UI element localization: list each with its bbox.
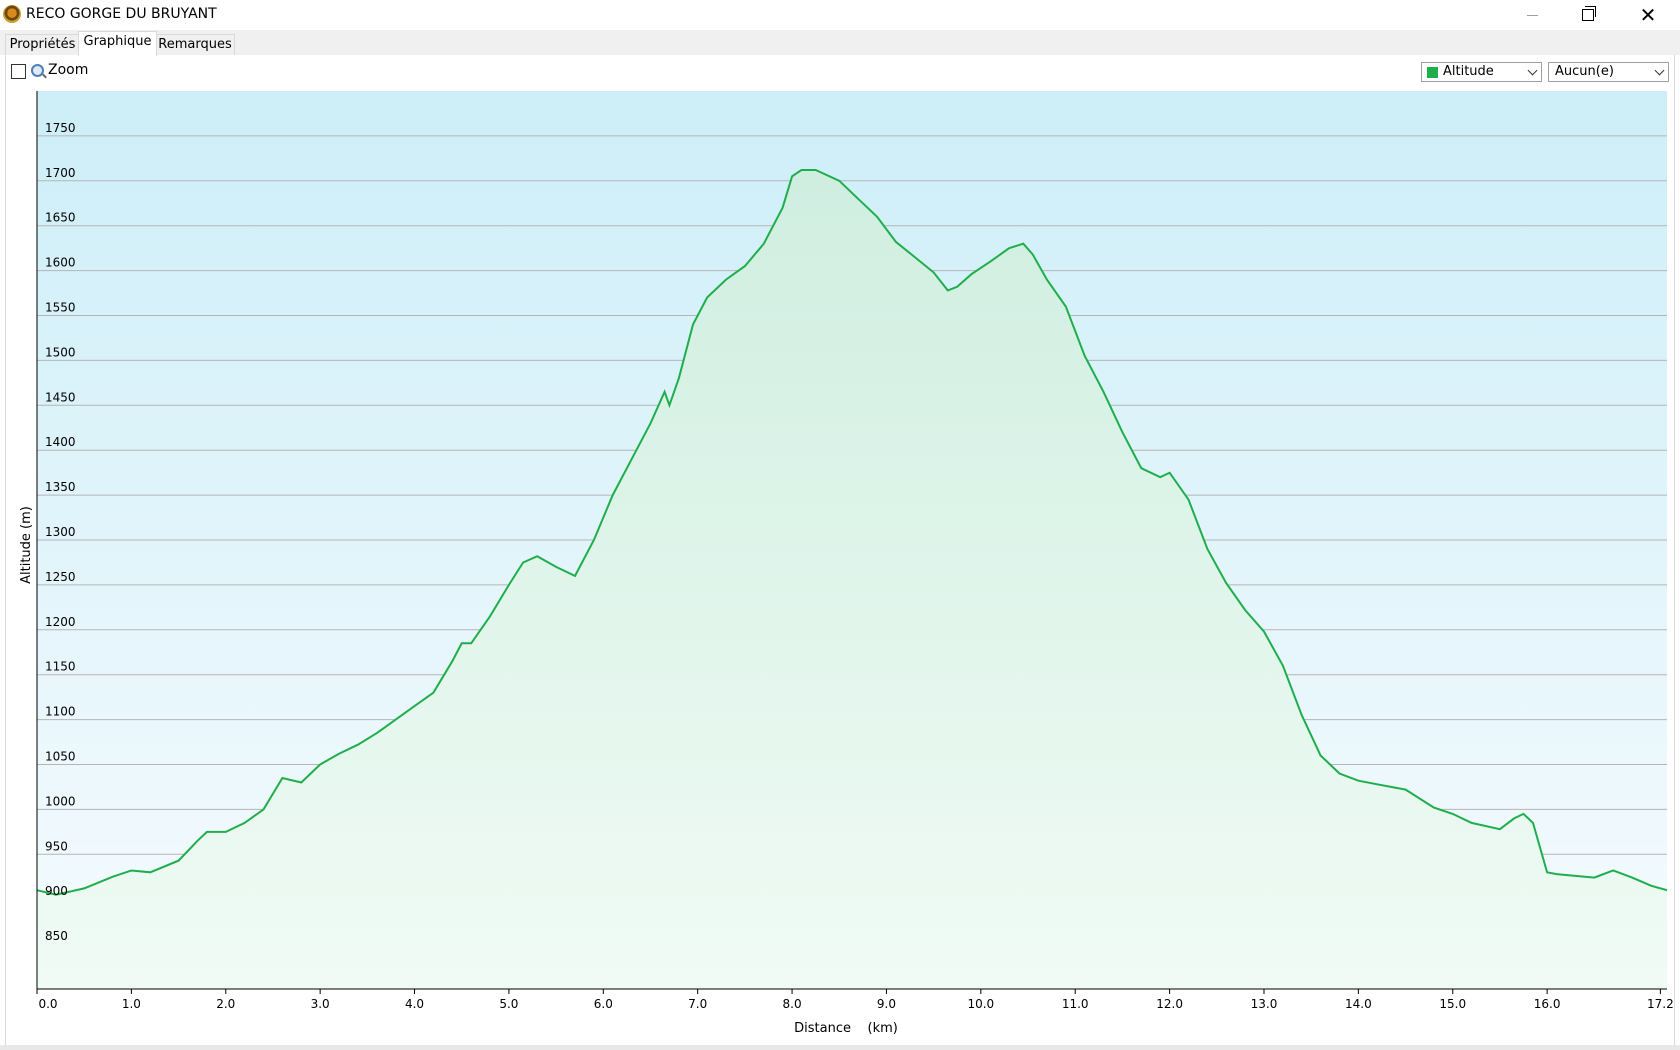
x-tick-label: 11.0 bbox=[1062, 997, 1089, 1011]
x-tick-label: 17.2 bbox=[1647, 997, 1674, 1011]
y-tick-label: 1100 bbox=[45, 705, 76, 719]
x-tick-label: 1.0 bbox=[122, 997, 141, 1011]
y-axis-label: Altitude (m) bbox=[19, 506, 34, 584]
x-tick-label: 0.0 bbox=[38, 997, 57, 1011]
y-tick-label: 1500 bbox=[45, 345, 76, 359]
y-tick-label: 1400 bbox=[45, 435, 76, 449]
y-tick-label: 1300 bbox=[45, 525, 76, 539]
y-tick-label: 1650 bbox=[45, 211, 76, 225]
x-tick-label: 6.0 bbox=[594, 997, 613, 1011]
x-tick-label: 16.0 bbox=[1534, 997, 1561, 1011]
y-tick-label: 950 bbox=[45, 839, 68, 853]
x-tick-label: 7.0 bbox=[688, 997, 707, 1011]
tab-graphique[interactable]: Graphique bbox=[78, 31, 157, 56]
y-tick-label: 1350 bbox=[45, 480, 76, 494]
status-strip bbox=[0, 1045, 1680, 1050]
y-tick-label: 1700 bbox=[45, 166, 76, 180]
x-tick-label: 10.0 bbox=[967, 997, 994, 1011]
x-ticks: 0.0 1.0 2.0 3.0 4.0 5.0 6.0 7.0 8.0 9.0 10.0 11.0 12… bbox=[36, 989, 1674, 1011]
x-tick-label: 4.0 bbox=[405, 997, 424, 1011]
altitude-chart: 850 900 950 1000 1050 1100 1150 1200 1250 1300 135… bbox=[19, 91, 1674, 1036]
y-tick-label: 1600 bbox=[45, 256, 76, 270]
x-tick-label: 14.0 bbox=[1345, 997, 1372, 1011]
y-tick-label: 1200 bbox=[45, 615, 76, 629]
x-tick-label: 13.0 bbox=[1251, 997, 1278, 1011]
y-tick-label: 1550 bbox=[45, 301, 76, 315]
x-tick-label: 12.0 bbox=[1156, 997, 1183, 1011]
y-tick-label: 850 bbox=[45, 929, 68, 943]
y-tick-label: 900 bbox=[45, 884, 68, 898]
y-tick-label: 1150 bbox=[45, 660, 76, 674]
y-tick-label: 1000 bbox=[45, 794, 76, 808]
y-tick-label: 1450 bbox=[45, 390, 76, 404]
y-tick-label: 1050 bbox=[45, 750, 76, 764]
x-axis-label: Distance (km) bbox=[794, 1021, 898, 1036]
x-tick-label: 2.0 bbox=[216, 997, 235, 1011]
y-tick-label: 1750 bbox=[45, 121, 76, 135]
x-tick-label: 3.0 bbox=[311, 997, 330, 1011]
x-tick-label: 5.0 bbox=[499, 997, 518, 1011]
x-tick-label: 15.0 bbox=[1439, 997, 1466, 1011]
y-tick-label: 1250 bbox=[45, 570, 76, 584]
x-tick-label: 8.0 bbox=[783, 997, 802, 1011]
x-tick-label: 9.0 bbox=[877, 997, 896, 1011]
